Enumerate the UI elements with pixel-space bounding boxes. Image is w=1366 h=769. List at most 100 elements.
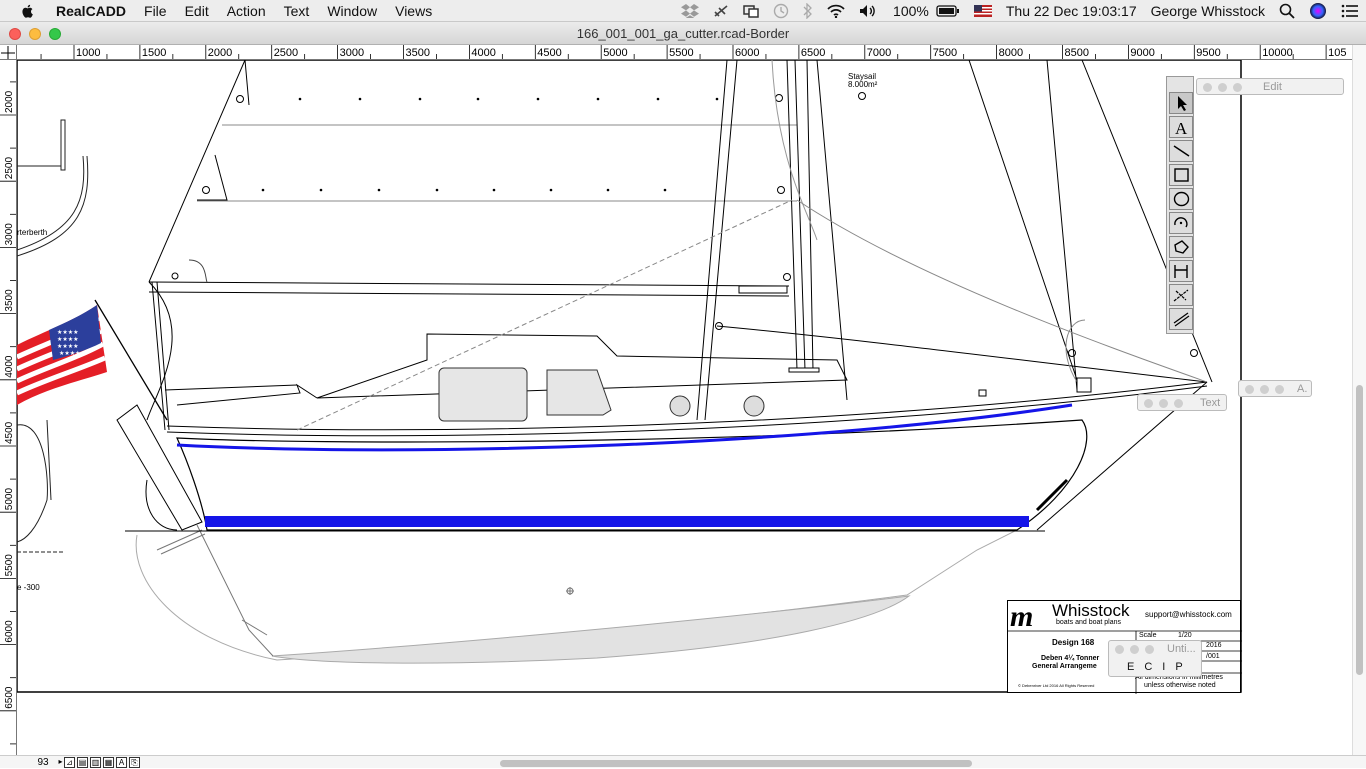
- tool-text[interactable]: A: [1169, 116, 1193, 138]
- sync-icon[interactable]: [713, 4, 729, 18]
- view-icon-4[interactable]: ▦: [103, 757, 114, 768]
- time-machine-icon[interactable]: [773, 3, 789, 19]
- attributes-palette-title: A.: [1297, 383, 1308, 395]
- view-icon-6[interactable]: ⎘: [129, 757, 140, 768]
- vertical-scrollbar[interactable]: [1352, 45, 1366, 755]
- svg-text:m: m: [1010, 602, 1033, 630]
- svg-text:★★★★: ★★★★: [57, 343, 79, 350]
- text-palette[interactable]: Text: [1137, 394, 1227, 411]
- horizontal-scroll-thumb[interactable]: [500, 760, 972, 767]
- menu-views[interactable]: Views: [386, 3, 441, 19]
- svg-text:★★★★: ★★★★: [57, 329, 79, 336]
- vertical-ruler[interactable]: 2000 2500 3000 3500 4000 4500 5000 5500 6000 6500: [0, 60, 17, 755]
- siri-icon[interactable]: [1309, 2, 1327, 20]
- menu-app-name[interactable]: RealCADD: [50, 3, 135, 19]
- palette-zoom-button[interactable]: [1275, 385, 1284, 394]
- bluetooth-icon[interactable]: [803, 3, 813, 19]
- window-title-bar: 166_001_001_ga_cutter.rcad-Border: [0, 22, 1366, 45]
- palette-close-button[interactable]: [1245, 385, 1254, 394]
- palette-button-c[interactable]: C: [1144, 661, 1162, 673]
- palette-zoom-button[interactable]: [1174, 399, 1183, 408]
- palette-button-e[interactable]: E: [1127, 661, 1144, 673]
- palette-zoom-button[interactable]: [1145, 645, 1154, 654]
- palette-min-button[interactable]: [1218, 83, 1227, 92]
- palette-zoom-button[interactable]: [1233, 83, 1242, 92]
- us-flag-input-icon[interactable]: [973, 5, 992, 17]
- palette-min-button[interactable]: [1260, 385, 1269, 394]
- svg-text:★★★★: ★★★★: [57, 336, 79, 343]
- battery-icon[interactable]: [936, 5, 960, 17]
- menu-text[interactable]: Text: [275, 3, 319, 19]
- h-ruler-label: 3500: [406, 47, 430, 59]
- screen-share-icon[interactable]: [743, 4, 759, 18]
- view-icon-3[interactable]: ▥: [90, 757, 101, 768]
- palette-close-button[interactable]: [1144, 399, 1153, 408]
- title-block-email: support@whisstock.com: [1145, 610, 1232, 619]
- title-block-date: 2016: [1206, 642, 1222, 649]
- tool-line[interactable]: [1169, 140, 1193, 162]
- h-ruler-label: 6500: [801, 47, 825, 59]
- spotlight-search-icon[interactable]: [1279, 3, 1295, 19]
- palette-button-i[interactable]: I: [1162, 661, 1175, 673]
- view-icon-1[interactable]: ⊿: [64, 757, 75, 768]
- porthole-fwd: [743, 395, 765, 417]
- vertical-scroll-thumb[interactable]: [1356, 385, 1363, 675]
- notification-center-icon[interactable]: [1341, 4, 1359, 18]
- tool-dimension[interactable]: [1169, 260, 1193, 282]
- user-name[interactable]: George Whisstock: [1151, 3, 1265, 19]
- tool-arc[interactable]: [1169, 212, 1193, 234]
- v-ruler-label: 3500: [4, 289, 15, 312]
- view-icon-2[interactable]: ▤: [77, 757, 88, 768]
- tool-ellipse[interactable]: [1169, 188, 1193, 210]
- cabin-window-aft: [438, 367, 528, 422]
- apple-icon[interactable]: [20, 3, 36, 19]
- forestay-dashed: [296, 199, 793, 431]
- page-number-field[interactable]: 93: [30, 757, 56, 769]
- tool-trim[interactable]: [1169, 284, 1193, 306]
- tool-select-arrow[interactable]: [1169, 92, 1193, 114]
- attributes-palette[interactable]: A.: [1238, 380, 1312, 397]
- volume-icon[interactable]: [859, 4, 879, 18]
- h-ruler-label: 5500: [669, 47, 693, 59]
- tool-polygon[interactable]: [1169, 236, 1193, 258]
- staysail-area: 8.000m²: [848, 80, 878, 89]
- v-ruler-label: 6000: [4, 620, 15, 643]
- reef-points: [261, 97, 719, 192]
- untitled-palette[interactable]: Unti... ECIP: [1108, 640, 1202, 677]
- battery-percent[interactable]: 100%: [893, 3, 929, 19]
- v-ruler-label: 4000: [4, 355, 15, 378]
- h-ruler-label: 4500: [537, 47, 561, 59]
- h-ruler-label: 8000: [999, 47, 1023, 59]
- clock-datetime[interactable]: Thu 22 Dec 19:03:17: [1006, 3, 1137, 19]
- cabin-house: [176, 333, 848, 422]
- wifi-icon[interactable]: [827, 4, 845, 18]
- h-ruler-label: 7000: [867, 47, 891, 59]
- menu-file[interactable]: File: [135, 3, 176, 19]
- edit-palette-title: Edit: [1263, 81, 1282, 93]
- ruler-origin-crosshair[interactable]: [0, 45, 17, 60]
- text-palette-title: Text: [1200, 397, 1221, 409]
- dropbox-icon[interactable]: [681, 4, 700, 18]
- v-ruler-label: 5000: [4, 488, 15, 511]
- menu-edit[interactable]: Edit: [176, 3, 218, 19]
- palette-button-p[interactable]: P: [1175, 661, 1192, 673]
- palette-min-button[interactable]: [1159, 399, 1168, 408]
- palette-close-button[interactable]: [1115, 645, 1124, 654]
- view-icon-5[interactable]: A: [116, 757, 127, 768]
- menu-action[interactable]: Action: [218, 3, 275, 19]
- h-ruler-label: 9500: [1196, 47, 1220, 59]
- horizontal-ruler[interactable]: 1000 1500 2000 2500 3000 3500 4000 4500 5000 5500…: [17, 45, 1352, 60]
- tool-parallel[interactable]: [1169, 308, 1193, 330]
- whisstock-logo: m: [1010, 602, 1033, 630]
- title-block-copyright: © Debenriver Ltd 2016 All Rights Reserve…: [1018, 683, 1095, 688]
- tool-rectangle[interactable]: [1169, 164, 1193, 186]
- h-ruler-label: 105: [1328, 47, 1346, 59]
- palette-close-button[interactable]: [1203, 83, 1212, 92]
- title-block-tagline: boats and boat plans: [1056, 619, 1121, 626]
- edit-palette[interactable]: Edit: [1196, 78, 1344, 95]
- palette-min-button[interactable]: [1130, 645, 1139, 654]
- bottom-status-bar: 93 ▸ ⊿ ▤ ▥ ▦ A ⎘: [0, 755, 1366, 768]
- h-ruler-label: 7500: [933, 47, 957, 59]
- menu-window[interactable]: Window: [318, 3, 386, 19]
- title-block-scale-label: Scale: [1139, 632, 1157, 639]
